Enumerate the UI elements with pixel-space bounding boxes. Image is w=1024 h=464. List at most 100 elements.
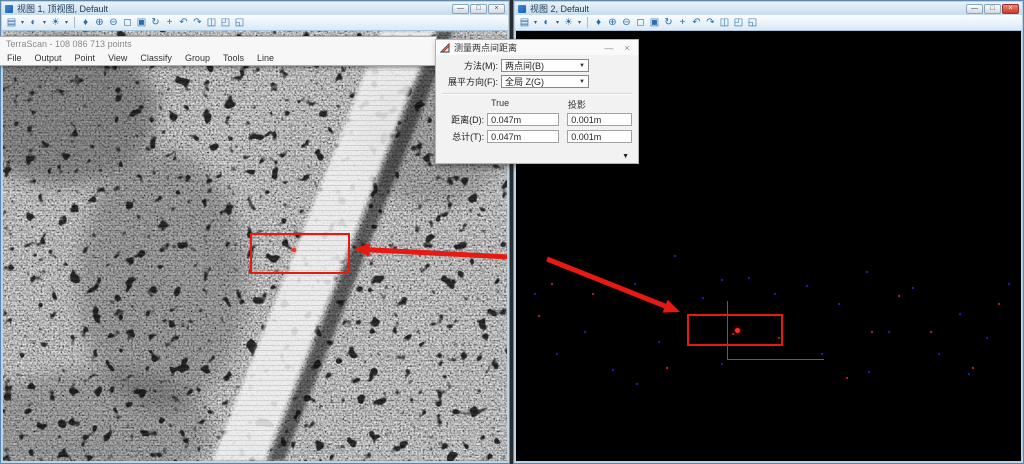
highlight-rectangle [250,233,350,274]
clip-mask-icon[interactable]: ◱ [233,16,246,29]
lidar-point-red [930,331,932,333]
view-display-mode-icon[interactable]: ▤ [518,16,531,29]
view-adjust-icon-dropdown[interactable]: ▾ [41,19,48,26]
terrascan-title: TerraScan - 108 086 713 points [6,39,132,49]
projection-value-field[interactable]: 0.001m [567,113,632,126]
lidar-point-blue [959,313,961,315]
view-next-icon[interactable]: ↷ [704,16,717,29]
view-brightness-icon[interactable]: ☀ [49,16,62,29]
lidar-point-blue [868,371,870,373]
zoom-out-icon[interactable]: ⊖ [620,16,633,29]
chevron-down-icon: ▼ [579,62,585,69]
measure-tool-icon [440,42,450,53]
window-area-icon[interactable]: ◻ [121,16,134,29]
rotate-view-icon[interactable]: ↻ [149,16,162,29]
dialog-minimize-button[interactable]: — [602,43,616,53]
zoom-in-icon[interactable]: ⊕ [606,16,619,29]
marker-icon[interactable]: ♦ [592,16,605,29]
measure-row-1: 总计(T): 0.047m 0.001m [442,130,632,143]
view-previous-icon[interactable]: ↶ [177,16,190,29]
lidar-point-blue [634,283,636,285]
lidar-point-blue [721,363,723,365]
close-button[interactable]: × [488,3,505,14]
lidar-point-blue [866,271,868,273]
column-header-projection: 投影 [567,100,586,110]
terrascan-window: TerraScan - 108 086 713 points File Outpu… [0,36,437,66]
restore-button[interactable]: □ [984,3,1001,14]
view-brightness-icon-dropdown[interactable]: ▾ [576,19,583,26]
copy-view-icon[interactable]: ◫ [205,16,218,29]
close-button[interactable]: × [1002,3,1019,14]
true-value-field[interactable]: 0.047m [487,130,560,143]
clip-volume-icon[interactable]: ◰ [732,16,745,29]
projection-value-field[interactable]: 0.001m [567,130,632,143]
clip-volume-icon[interactable]: ◰ [219,16,232,29]
view1-content[interactable] [3,31,507,461]
measure-row-label: 总计(T): [452,132,485,142]
view-brightness-icon-dropdown[interactable]: ▾ [63,19,70,26]
lidar-point-blue [912,287,914,289]
menu-tools[interactable]: Tools [223,53,244,63]
flatten-direction-select[interactable]: 全局 Z(G) ▼ [501,75,589,88]
lidar-point-blue [674,255,676,257]
lidar-point-blue [1008,283,1010,285]
lidar-point-blue [838,303,840,305]
measure-row-label: 距离(D): [451,115,485,125]
copy-view-icon[interactable]: ◫ [718,16,731,29]
view-window-icon [5,4,13,13]
method-value: 两点间(B) [505,61,544,71]
lidar-point-blue [612,369,614,371]
menu-file[interactable]: File [7,53,22,63]
view-display-mode-icon[interactable]: ▤ [5,16,18,29]
rotate-view-icon[interactable]: ↻ [662,16,675,29]
crosshair-horizontal-line [727,359,824,360]
dialog-separator [442,93,632,95]
marker-icon[interactable]: ♦ [79,16,92,29]
view-display-mode-icon-dropdown[interactable]: ▾ [19,19,26,26]
flatten-direction-value: 全局 Z(G) [505,77,544,87]
menu-line[interactable]: Line [257,53,274,63]
restore-button[interactable]: □ [470,3,487,14]
view-window-1: 视图 1, 顶视图, Default — □ × ▤ ▾ ◐ ▾ ☀ ▾ ♦ ⊕ ⊖ ◻ ▣ ↻ + ↶ ↷… [0,0,510,464]
fit-view-icon[interactable]: ▣ [135,16,148,29]
menu-view[interactable]: View [108,53,127,63]
lidar-point-blue [968,373,970,375]
view1-titlebar: 视图 1, 顶视图, Default — □ × [2,2,508,15]
lidar-point-blue [636,383,638,385]
dialog-expand-button[interactable]: ▼ [622,153,629,160]
zoom-out-icon[interactable]: ⊖ [107,16,120,29]
application-screen: 视图 1, 顶视图, Default — □ × ▤ ▾ ◐ ▾ ☀ ▾ ♦ ⊕ ⊖ ◻ ▣ ↻ + ↶ ↷… [0,0,1024,464]
dialog-close-button[interactable]: × [620,43,634,53]
view-next-icon[interactable]: ↷ [191,16,204,29]
method-select[interactable]: 两点间(B) ▼ [501,59,589,72]
lidar-point-blue [584,331,586,333]
flatten-direction-label: 展平方向(F): [448,77,498,87]
view1-title: 视图 1, 顶视图, Default [17,4,109,14]
lidar-point-blue [821,353,823,355]
menu-point[interactable]: Point [75,53,96,63]
pan-view-icon[interactable]: + [163,16,176,29]
lidar-point-red [538,315,540,317]
lidar-point-blue [806,285,808,287]
lidar-point-red [871,331,873,333]
view-window-icon [518,4,526,13]
minimize-button[interactable]: — [966,3,983,14]
zoom-in-icon[interactable]: ⊕ [93,16,106,29]
view-adjust-icon-dropdown[interactable]: ▾ [554,19,561,26]
method-label: 方法(M): [464,61,498,71]
clip-mask-icon[interactable]: ◱ [746,16,759,29]
pan-view-icon[interactable]: + [676,16,689,29]
true-value-field[interactable]: 0.047m [487,113,560,126]
menu-classify[interactable]: Classify [140,53,172,63]
fit-view-icon[interactable]: ▣ [648,16,661,29]
window-area-icon[interactable]: ◻ [634,16,647,29]
minimize-button[interactable]: — [452,3,469,14]
view-previous-icon[interactable]: ↶ [690,16,703,29]
view-brightness-icon[interactable]: ☀ [562,16,575,29]
view-display-mode-icon-dropdown[interactable]: ▾ [532,19,539,26]
view-adjust-icon[interactable]: ◐ [27,16,40,29]
menu-group[interactable]: Group [185,53,210,63]
lidar-point-blue [986,337,988,339]
view-adjust-icon[interactable]: ◐ [540,16,553,29]
menu-output[interactable]: Output [35,53,62,63]
